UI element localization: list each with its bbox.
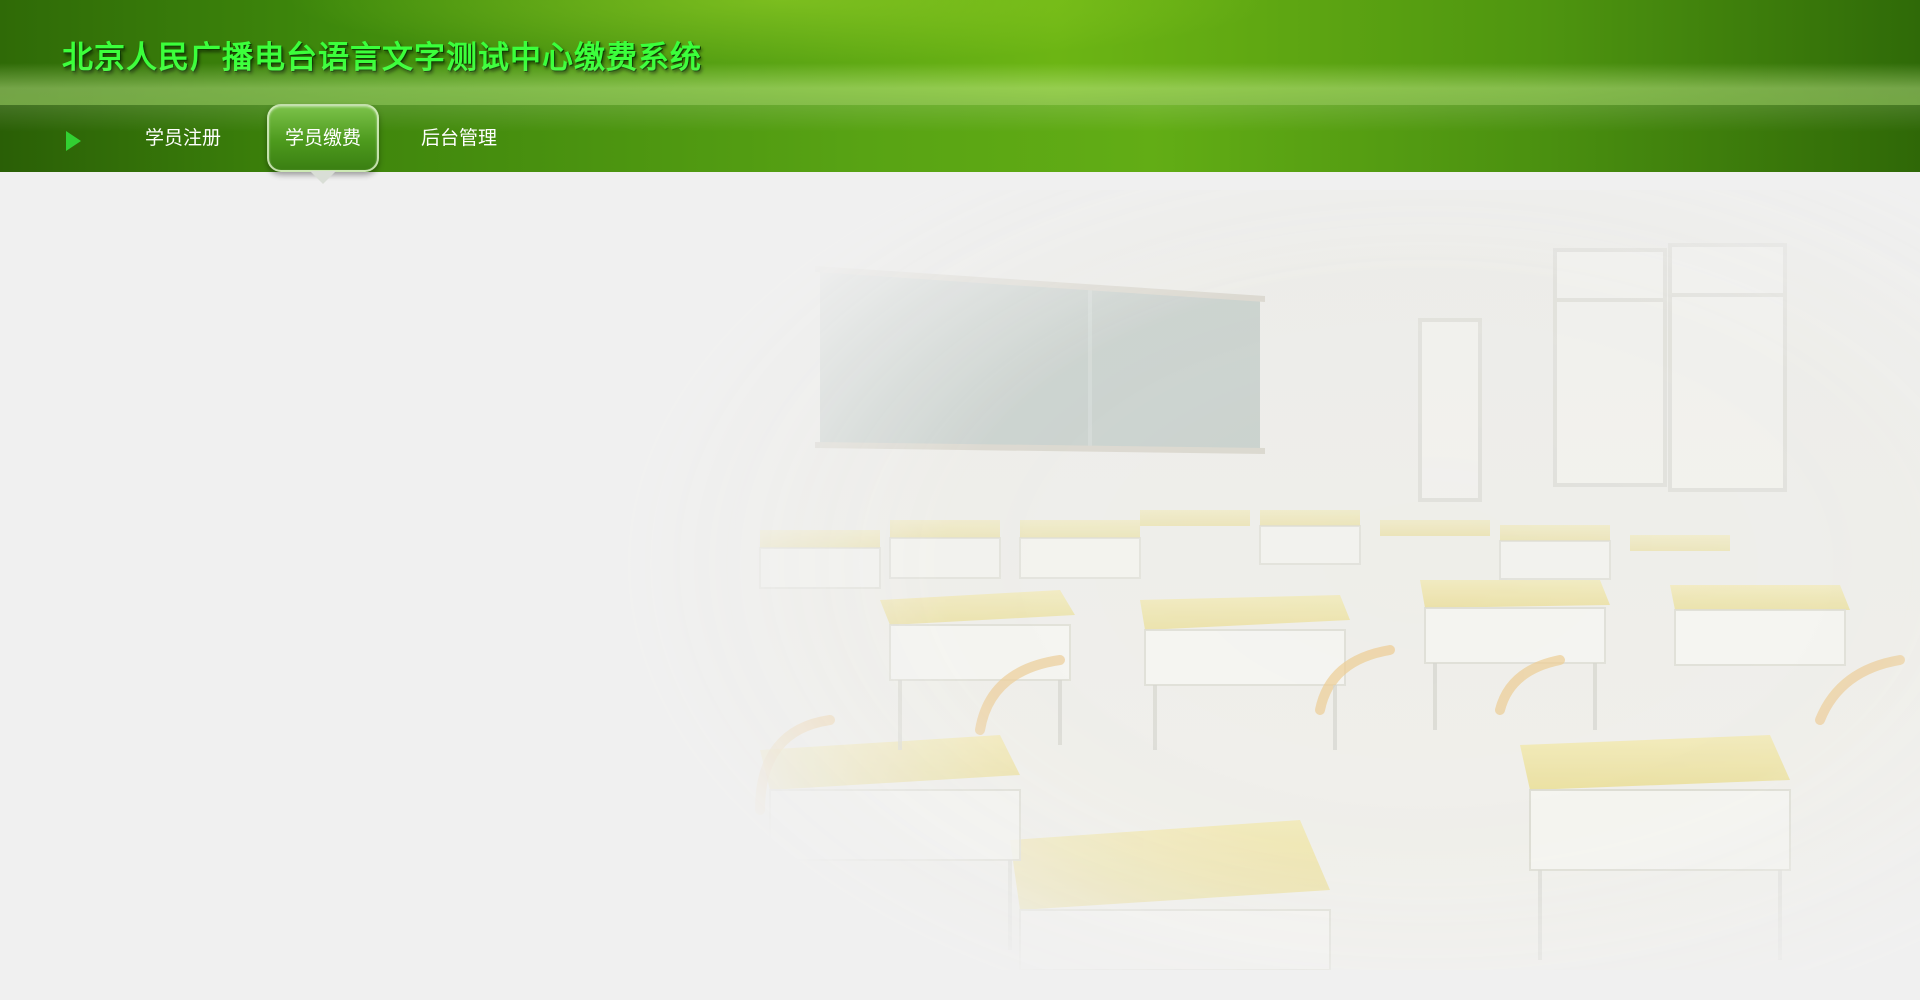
page: 北京人民广播电台语言文字测试中心缴费系统 学员注册 学员缴费 后台管理 [0, 0, 1920, 1000]
play-arrow-icon [66, 131, 81, 151]
nav-item-admin[interactable]: 后台管理 [421, 105, 497, 172]
nav-bar: 学员注册 学员缴费 后台管理 [0, 104, 1920, 184]
classroom-background-image [620, 190, 1920, 970]
blackboard [815, 266, 1265, 454]
header-banner: 北京人民广播电台语言文字测试中心缴费系统 [0, 0, 1920, 105]
nav-item-student-payment[interactable]: 学员缴费 [267, 104, 380, 184]
page-title: 北京人民广播电台语言文字测试中心缴费系统 [62, 40, 702, 76]
nav-item-student-register[interactable]: 学员注册 [145, 105, 221, 172]
